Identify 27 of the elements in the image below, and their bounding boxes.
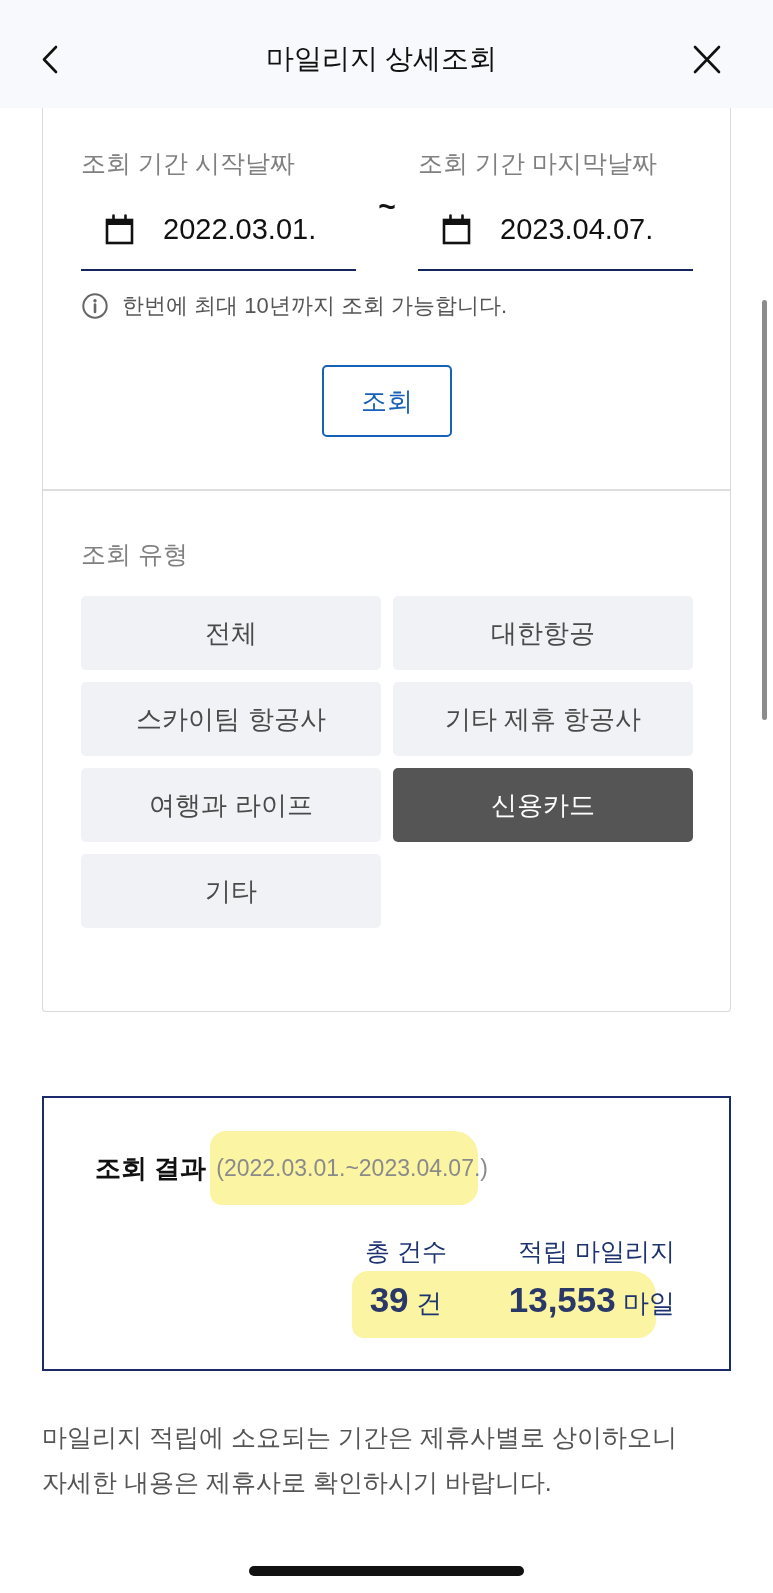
info-icon (82, 293, 108, 319)
search-button[interactable]: 조회 (322, 365, 452, 437)
filter-option[interactable]: 스카이팀 항공사 (81, 682, 381, 756)
filter-option[interactable]: 전체 (81, 596, 381, 670)
date-field[interactable]: 2022.03.01. (81, 189, 356, 271)
calendar-icon (442, 213, 471, 245)
back-icon[interactable] (42, 45, 58, 74)
range-separator: ~ (378, 190, 396, 224)
stat-value: 13,553 마일 (508, 1280, 675, 1321)
calendar-icon (105, 213, 134, 245)
result-title: 조회 결과 (95, 1152, 207, 1185)
stat-label: 적립 마일리지 (518, 1236, 675, 1266)
filter-option[interactable]: 기타 (81, 854, 381, 928)
stat-label: 총 건수 (364, 1236, 447, 1266)
footnote-text: 마일리지 적립에 소요되는 기간은 제휴사별로 상이하오니 자세한 내용은 제휴사로 확인하시기 바랍니다. (42, 1422, 678, 1498)
notice-text: 한번에 최대 10년까지 조회 가능합니다. (122, 292, 508, 320)
stat-value: 39 건 (369, 1280, 442, 1321)
date-label: 조회 기간 시작날짜 (81, 148, 296, 178)
filter-option[interactable]: 대한항공 (393, 596, 693, 670)
filter-option[interactable]: 기타 제휴 항공사 (393, 682, 693, 756)
close-icon[interactable] (693, 45, 721, 74)
date-field[interactable]: 2023.04.07. (418, 189, 693, 271)
date-label: 조회 기간 마지막날짜 (418, 148, 658, 178)
page-title: 마일리지 상세조회 (265, 44, 498, 74)
filter-option[interactable]: 여행과 라이프 (81, 768, 381, 842)
section-label: 조회 유형 (81, 539, 189, 569)
filter-option[interactable]: 신용카드 (393, 768, 693, 842)
